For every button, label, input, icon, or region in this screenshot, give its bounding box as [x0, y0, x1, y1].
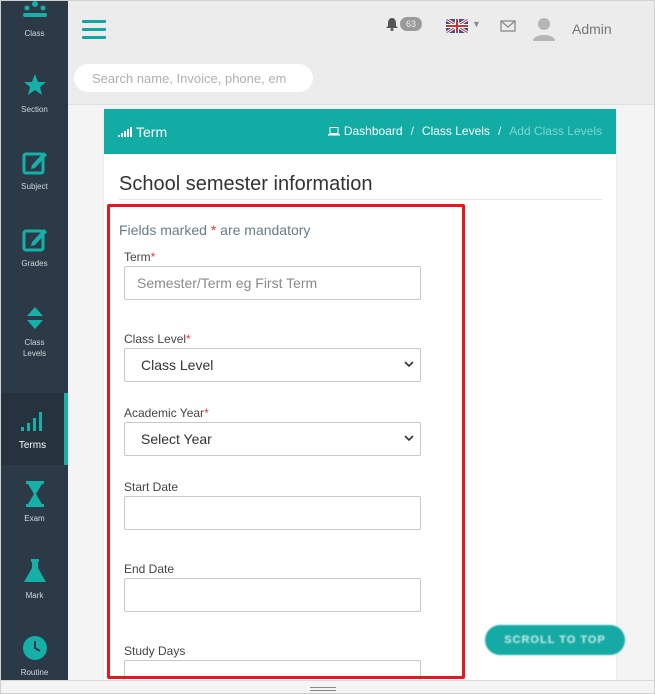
mandatory-note-prefix: Fields marked [119, 222, 207, 238]
page-title: School semester information [119, 173, 373, 195]
term-label-text: Term [124, 250, 151, 264]
sidebar: Class Section Subject Grades Class Level… [1, 1, 68, 693]
sidebar-item-subject[interactable]: Subject [1, 134, 68, 206]
notifications-button[interactable]: 63 [386, 17, 423, 31]
sidebar-item-label: Exam [24, 513, 45, 523]
study-days-label: Study Days [124, 644, 186, 658]
clock-icon [22, 635, 48, 661]
signal-bars-icon [118, 126, 132, 137]
breadcrumb: Dashboard / Class Levels / Add Class Lev… [327, 124, 602, 138]
sidebar-item-label: Class [24, 28, 45, 38]
sidebar-item-grades[interactable]: Grades [1, 211, 68, 283]
sidebar-item-label: Routine [20, 667, 49, 677]
mail-icon[interactable] [500, 19, 516, 37]
sidebar-item-label: Class Levels [22, 338, 47, 358]
academic-year-label-text: Academic Year [124, 406, 205, 420]
sidebar-item-terms[interactable]: Terms [1, 393, 68, 465]
chevron-down-icon [404, 435, 414, 442]
edit-icon [22, 226, 48, 252]
sidebar-item-class[interactable]: Class [1, 1, 68, 53]
user-name[interactable]: Admin [572, 21, 612, 37]
required-star: * [210, 222, 217, 238]
class-level-select[interactable]: Class Level [124, 348, 421, 382]
user-avatar-icon[interactable] [533, 17, 555, 46]
term-input[interactable] [124, 266, 421, 300]
start-date-label: Start Date [124, 480, 179, 494]
breadcrumb-dashboard-link[interactable]: Dashboard [344, 124, 403, 138]
top-bar: 63 ▼ Admin [68, 1, 654, 105]
required-star: * [150, 250, 156, 264]
flask-icon [22, 558, 48, 584]
term-form-card: Term Dashboard / Class Levels / Add Clas… [104, 109, 616, 693]
card-header-label: Term [136, 123, 168, 140]
academic-year-label: Academic Year* [124, 406, 209, 420]
search-input[interactable] [74, 64, 313, 92]
sidebar-item-section[interactable]: Section [1, 57, 68, 129]
chevron-down-icon [404, 361, 414, 368]
notification-count-badge: 63 [400, 17, 423, 31]
star-icon [22, 72, 48, 98]
start-date-input[interactable] [124, 496, 421, 530]
sidebar-item-label: Terms [18, 439, 47, 451]
breadcrumb-current: Add Class Levels [509, 124, 602, 138]
sort-arrows-icon [22, 305, 48, 331]
scroll-to-top-button[interactable]: SCROLL TO TOP [485, 625, 625, 655]
mandatory-note: Fields marked * are mandatory [119, 222, 310, 238]
mandatory-note-suffix: are mandatory [220, 222, 311, 238]
laptop-icon [327, 126, 340, 135]
bell-icon [386, 18, 398, 31]
menu-toggle-icon[interactable] [82, 20, 106, 40]
card-header-title: Term [118, 124, 167, 140]
divider [119, 199, 602, 200]
sidebar-item-exam[interactable]: Exam [1, 466, 68, 538]
card-header: Term Dashboard / Class Levels / Add Clas… [104, 109, 616, 154]
resize-grip-icon[interactable] [310, 687, 336, 693]
sidebar-item-label: Mark [25, 590, 44, 600]
academic-year-selected: Select Year [141, 431, 212, 447]
chevron-down-icon[interactable]: ▼ [472, 19, 481, 29]
class-level-label: Class Level* [124, 332, 191, 346]
uk-flag-icon[interactable] [446, 19, 468, 33]
term-label: Term* [124, 250, 155, 264]
end-date-label: End Date [124, 562, 175, 576]
required-star: * [204, 406, 209, 420]
required-star: * [186, 332, 191, 346]
signal-bars-icon [20, 408, 46, 434]
edit-icon [22, 149, 48, 175]
breadcrumb-separator: / [497, 124, 502, 138]
sidebar-item-class-levels[interactable]: Class Levels [1, 296, 68, 368]
breadcrumb-separator: / [410, 124, 414, 138]
academic-year-select[interactable]: Select Year [124, 422, 421, 456]
end-date-input[interactable] [124, 578, 421, 612]
sidebar-item-label: Subject [21, 181, 48, 191]
class-icon [22, 1, 48, 22]
class-level-selected: Class Level [141, 357, 214, 373]
breadcrumb-class-levels-link[interactable]: Class Levels [422, 124, 490, 138]
app-window: Class Section Subject Grades Class Level… [0, 0, 655, 694]
sidebar-item-mark[interactable]: Mark [1, 543, 68, 615]
sidebar-item-label: Section [21, 104, 48, 114]
class-level-label-text: Class Level [124, 332, 187, 346]
hourglass-icon [22, 480, 48, 507]
sidebar-item-label: Grades [21, 258, 48, 268]
